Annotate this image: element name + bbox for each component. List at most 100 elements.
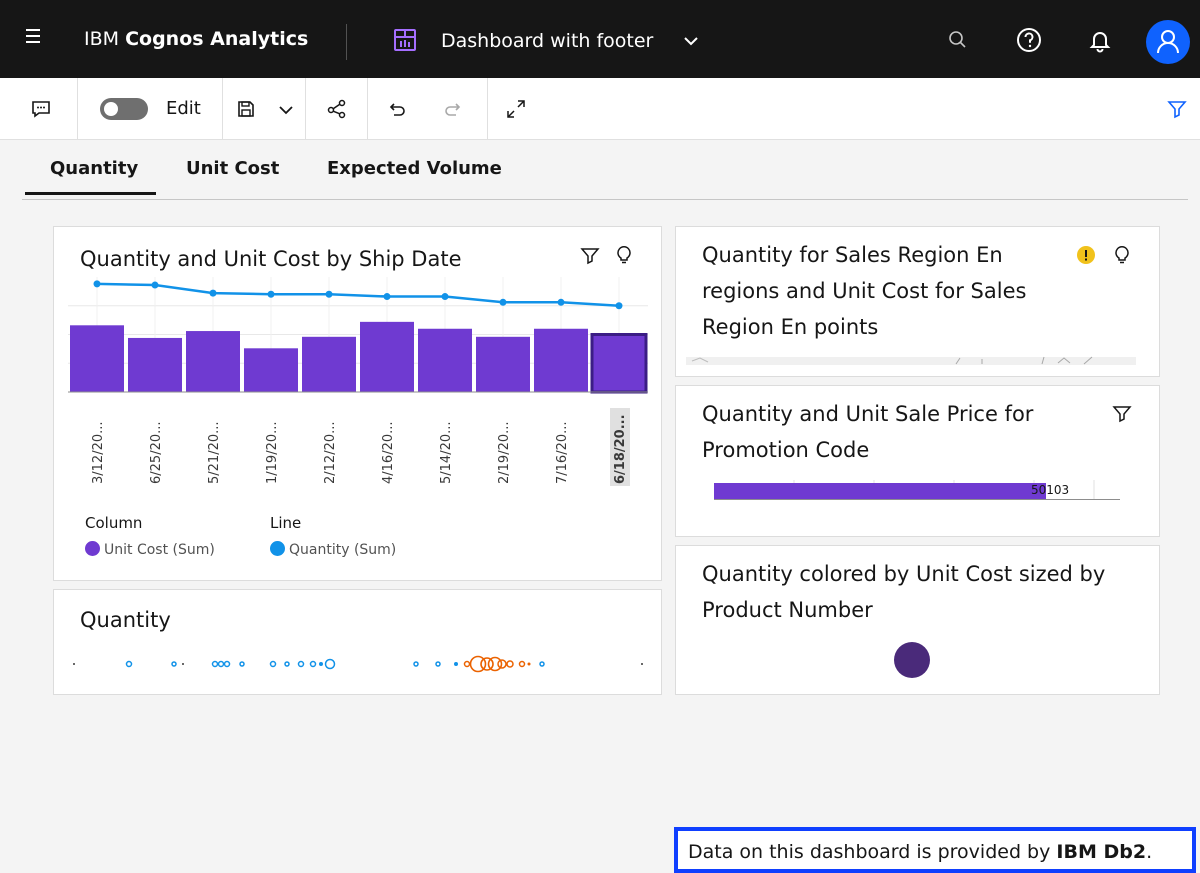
x-tick-label: 6/25/20... (149, 421, 164, 484)
dot-point (518, 660, 526, 668)
dot-point (73, 663, 75, 665)
x-tick-label: 5/14/20... (439, 421, 454, 484)
comment-icon[interactable] (30, 98, 52, 120)
dot-point (319, 662, 323, 666)
line-point (267, 290, 275, 298)
x-tick-label: 6/18/20... (613, 414, 628, 484)
toolbar-divider (77, 78, 78, 140)
widget-quantity-unit-cost[interactable]: Quantity and Unit Cost by Ship Date 3/12… (53, 226, 662, 581)
filter-icon[interactable] (1166, 98, 1188, 120)
toolbar-divider (305, 78, 306, 140)
dot-point (480, 657, 494, 671)
dot-point (297, 660, 305, 668)
widget-title: Quantity colored by Unit Cost sized by P… (702, 562, 1106, 622)
fullscreen-icon[interactable] (505, 98, 527, 120)
widget-unit-cost-bubble[interactable]: Quantity colored by Unit Cost sized by P… (675, 545, 1160, 695)
dot-point (217, 660, 225, 668)
widget-title: Quantity and Unit Cost by Ship Date (80, 247, 462, 271)
top-bar: IBM Cognos Analytics Dashboard with foot… (0, 0, 1200, 78)
widget-promotion-code[interactable]: Quantity and Unit Sale Price for Promoti… (675, 385, 1160, 537)
tab-expected-volume[interactable]: Expected Volume (327, 158, 502, 179)
dot-point (239, 661, 245, 667)
menu-icon[interactable] (26, 29, 44, 47)
dot-point (284, 661, 290, 667)
widget-quantity[interactable]: Quantity (53, 589, 662, 695)
edit-toggle[interactable] (100, 98, 148, 120)
dot-point (413, 661, 419, 667)
widget-title: Quantity and Unit Sale Price for Promoti… (702, 402, 1034, 462)
redo-icon (445, 103, 461, 116)
line-point (441, 293, 449, 301)
x-tick-label: 3/12/20... (91, 421, 106, 484)
dashboard-footer: Data on this dashboard is provided by IB… (674, 827, 1196, 873)
help-icon[interactable] (1015, 26, 1043, 54)
toolbar-divider (222, 78, 223, 140)
legend-column-caption: Column (85, 514, 143, 532)
dot-point (463, 660, 471, 668)
widget-title: Quantity for Sales Region En regions and… (702, 243, 1027, 339)
bar (418, 328, 472, 392)
bar (534, 328, 588, 392)
legend-item-unit-cost[interactable]: Unit Cost (Sum) (85, 541, 215, 558)
dot-point (539, 661, 545, 667)
quantity-dot-strip (73, 655, 643, 673)
dot-point (125, 660, 133, 668)
header-divider (346, 24, 347, 60)
bar (128, 337, 182, 392)
line-point (93, 280, 101, 288)
x-tick-label: 4/16/20... (381, 421, 396, 484)
notification-icon[interactable] (1086, 26, 1114, 54)
active-tab-indicator (25, 192, 156, 195)
bar (590, 333, 648, 394)
chevron-down-icon[interactable] (275, 98, 297, 120)
dot-point (506, 660, 514, 668)
x-tick-label: 7/16/20... (555, 421, 570, 484)
bar (186, 331, 240, 392)
edit-label: Edit (166, 98, 201, 119)
dot-point (527, 662, 531, 666)
line-point (209, 289, 217, 297)
user-avatar-icon[interactable] (1146, 20, 1190, 64)
undo-icon[interactable] (385, 98, 407, 120)
promo-bar-label: 50103 (1031, 483, 1070, 497)
toolbar-divider (487, 78, 488, 140)
toolbar: Edit (0, 78, 1200, 140)
bar (70, 325, 124, 392)
x-tick-label: 2/12/20... (323, 421, 338, 484)
dot-point (223, 660, 231, 668)
search-icon[interactable] (944, 26, 972, 54)
dot-point (182, 663, 184, 665)
bar (244, 348, 298, 392)
lightbulb-icon[interactable] (1112, 245, 1132, 265)
legend-item-quantity[interactable]: Quantity (Sum) (270, 541, 396, 558)
line-point (499, 298, 507, 306)
tab-divider (22, 199, 1188, 200)
dashboard-title[interactable]: Dashboard with footer (441, 30, 653, 52)
line-point (325, 290, 333, 298)
lightbulb-icon[interactable] (614, 245, 634, 265)
dot-point (269, 660, 277, 668)
legend-line-caption: Line (270, 514, 302, 532)
dot-point (435, 661, 441, 667)
save-icon[interactable] (235, 98, 257, 120)
filter-icon[interactable] (1112, 404, 1132, 424)
line-point (557, 298, 565, 306)
x-tick-label: 1/19/20... (265, 421, 280, 484)
dot-point (324, 658, 336, 670)
line-point (383, 293, 391, 301)
dot-point (454, 662, 458, 666)
widget-sales-region[interactable]: Quantity for Sales Region En regions and… (675, 226, 1160, 377)
warning-icon[interactable] (1076, 245, 1096, 265)
dot-point (171, 661, 177, 667)
filter-icon[interactable] (580, 246, 600, 266)
share-icon[interactable] (326, 98, 348, 120)
tab-bar: Quantity Unit Cost Expected Volume (0, 140, 1200, 202)
dot-point (211, 660, 219, 668)
bar (476, 336, 530, 392)
tab-quantity[interactable]: Quantity (50, 158, 138, 179)
line-point (151, 281, 159, 289)
footer-text: Data on this dashboard is provided by IB… (688, 841, 1153, 863)
chevron-down-icon[interactable] (681, 31, 701, 51)
tab-unit-cost[interactable]: Unit Cost (186, 158, 279, 179)
dot-point (309, 660, 317, 668)
